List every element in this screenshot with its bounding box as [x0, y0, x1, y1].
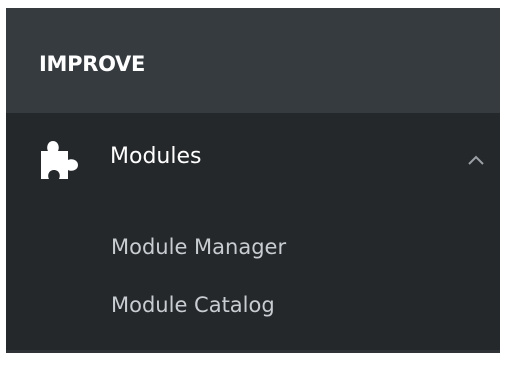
divider	[6, 350, 500, 353]
section-title: IMPROVE	[39, 52, 146, 76]
submenu-item-module-manager[interactable]: Module Manager	[111, 237, 286, 258]
sidebar-nav: IMPROVE Modules Module Manager Module Ca…	[6, 8, 500, 353]
sidebar-item-label: Modules	[110, 144, 202, 169]
modules-submenu: Module Manager Module Catalog	[6, 193, 500, 353]
sidebar-item-modules[interactable]: Modules	[6, 113, 500, 193]
submenu-item-module-catalog[interactable]: Module Catalog	[111, 295, 275, 316]
puzzle-icon	[39, 140, 79, 180]
chevron-up-icon[interactable]	[467, 151, 485, 165]
section-header: IMPROVE	[6, 8, 500, 113]
